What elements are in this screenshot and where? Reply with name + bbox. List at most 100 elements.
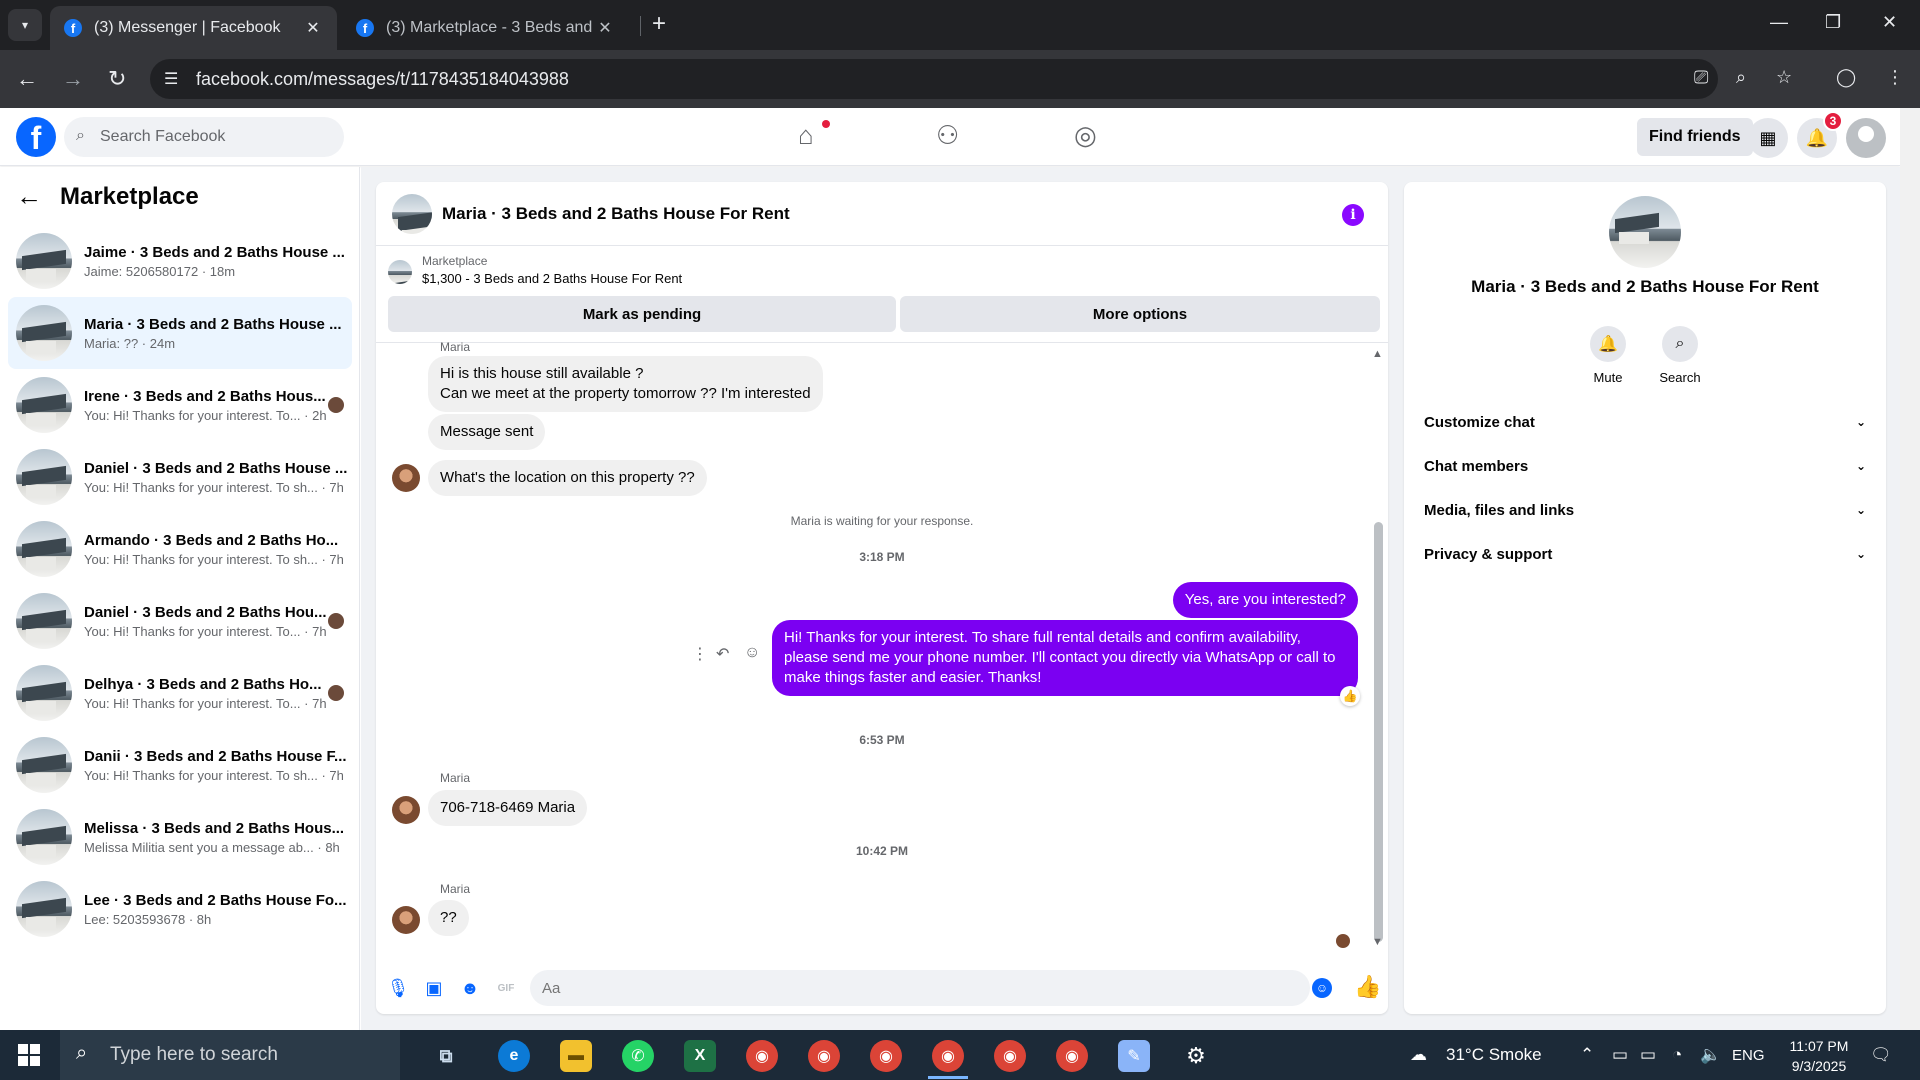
paint-icon[interactable]: ✎ (1118, 1040, 1150, 1072)
chrome-icon[interactable]: ◉ (870, 1040, 902, 1072)
mute-button[interactable]: 🔔 Mute (1572, 326, 1644, 385)
emoji-icon[interactable]: ☺ (1312, 978, 1332, 998)
info-icon[interactable]: i (1342, 204, 1364, 226)
volume-icon[interactable]: 🔈 (1700, 1045, 1721, 1065)
conversation-item[interactable]: Jaime · 3 Beds and 2 Baths House ... Jaim… (8, 225, 352, 297)
mark-as-pending-button[interactable]: Mark as pending (388, 296, 896, 332)
conversation-item[interactable]: Maria · 3 Beds and 2 Baths House ... Mari… (8, 297, 352, 369)
back-arrow-icon[interactable]: ← (16, 181, 42, 212)
message-bubble-incoming[interactable]: Hi is this house still available ? Can w… (428, 356, 823, 412)
close-tab-icon[interactable]: ✕ (595, 18, 615, 38)
tab-search-button[interactable]: ▾ (8, 9, 42, 41)
friends-icon[interactable]: ⚇ (936, 120, 959, 151)
reply-icon[interactable]: ↶ (716, 644, 729, 664)
chat-title[interactable]: Maria · 3 Beds and 2 Baths House For Ren… (442, 204, 790, 224)
scroll-up-arrow-icon[interactable]: ▲ (1372, 348, 1383, 360)
conversation-item[interactable]: Melissa · 3 Beds and 2 Baths Hous... Meli… (8, 801, 352, 873)
bookmark-star-icon[interactable]: ☆ (1776, 67, 1792, 88)
thumbs-up-icon[interactable]: 👍 (1354, 974, 1381, 1000)
message-bubble-incoming[interactable]: 706-718-6469 Maria (428, 790, 588, 826)
message-bubble-outgoing[interactable]: Hi! Thanks for your interest. To share f… (772, 620, 1358, 696)
new-tab-icon[interactable]: + (652, 10, 666, 38)
close-tab-icon[interactable]: ✕ (303, 18, 323, 38)
groups-icon[interactable]: ◎ (1074, 120, 1097, 151)
conversation-item[interactable]: Daniel · 3 Beds and 2 Baths Hou... You: H… (8, 585, 352, 657)
close-window-icon[interactable]: ✕ (1882, 12, 1897, 33)
taskbar-search[interactable]: ⌕ Type here to search (60, 1030, 400, 1080)
tab-marketplace[interactable]: f (3) Marketplace - 3 Beds and 2 ✕ (342, 6, 629, 50)
back-icon[interactable]: ← (16, 66, 38, 92)
gif-icon[interactable]: GIF (494, 976, 518, 1000)
reload-icon[interactable]: ↻ (108, 66, 126, 92)
conversation-item[interactable]: Daniel · 3 Beds and 2 Baths House ... You… (8, 441, 352, 513)
clock[interactable]: 11:07 PM 9/3/2025 (1774, 1036, 1864, 1076)
facebook-logo-icon[interactable]: f (16, 117, 56, 157)
page-scrollbar[interactable] (1900, 108, 1920, 1030)
address-bar[interactable]: ☰ facebook.com/messages/t/11784351840439… (150, 59, 1718, 99)
listing-avatar[interactable] (1609, 196, 1681, 268)
facebook-search-input[interactable]: ⌕ Search Facebook (64, 117, 344, 157)
more-options-button[interactable]: More options (900, 296, 1380, 332)
chrome-icon[interactable]: ◉ (1056, 1040, 1088, 1072)
weather-icon[interactable]: ☁ (1410, 1045, 1427, 1065)
language-indicator[interactable]: ENG (1732, 1047, 1765, 1064)
maria-avatar[interactable] (392, 906, 420, 934)
sticker-icon[interactable]: ☻ (458, 976, 482, 1000)
search-chat-button[interactable]: ⌕ Search (1644, 326, 1716, 385)
maria-avatar[interactable] (392, 464, 420, 492)
react-emoji-icon[interactable]: ☺ (744, 644, 760, 662)
profile-icon[interactable]: ◯ (1836, 67, 1856, 88)
restore-icon[interactable]: ❐ (1825, 12, 1841, 33)
chat-scrollbar[interactable] (1374, 522, 1383, 942)
privacy-support-section[interactable]: Privacy & support ⌄ (1412, 532, 1878, 576)
weather-text[interactable]: 31°C Smoke (1446, 1045, 1542, 1065)
site-info-icon[interactable]: ☰ (164, 69, 178, 89)
install-app-icon[interactable]: ⎚ (1694, 67, 1708, 88)
message-bubble-incoming[interactable]: ?? (428, 900, 469, 936)
more-actions-icon[interactable]: ⋮ (692, 644, 708, 664)
tab-messenger[interactable]: f (3) Messenger | Facebook ✕ (50, 6, 337, 50)
battery-icon[interactable]: ▭ (1640, 1045, 1656, 1065)
maria-avatar[interactable] (392, 796, 420, 824)
settings-gear-icon[interactable]: ⚙ (1180, 1040, 1212, 1072)
conversation-item[interactable]: Irene · 3 Beds and 2 Baths Hous... You: H… (8, 369, 352, 441)
microphone-icon[interactable]: 🎙 (386, 976, 410, 1000)
home-icon[interactable]: ⌂ (798, 120, 814, 151)
message-input[interactable] (530, 970, 1310, 1006)
scroll-down-arrow-icon[interactable]: ▼ (1372, 936, 1383, 948)
minimize-icon[interactable]: — (1770, 12, 1788, 33)
browser-menu-icon[interactable]: ⋮ (1886, 67, 1904, 88)
listing-banner[interactable]: Marketplace $1,300 - 3 Beds and 2 Baths … (388, 254, 682, 286)
meet-icon[interactable]: ▭ (1612, 1045, 1628, 1065)
chrome-icon[interactable]: ◉ (808, 1040, 840, 1072)
find-friends-button[interactable]: Find friends (1637, 118, 1753, 156)
conversation-item[interactable]: Lee · 3 Beds and 2 Baths House Fo... Lee:… (8, 873, 352, 945)
customize-chat-section[interactable]: Customize chat ⌄ (1412, 400, 1878, 444)
conversation-item[interactable]: Danii · 3 Beds and 2 Baths House F... You… (8, 729, 352, 801)
chrome-icon[interactable]: ◉ (932, 1040, 964, 1072)
edge-icon[interactable]: e (498, 1040, 530, 1072)
conversation-item[interactable]: Delhya · 3 Beds and 2 Baths Ho... You: Hi… (8, 657, 352, 729)
notification-center-icon[interactable]: 🗨 (1870, 1045, 1892, 1065)
chrome-icon[interactable]: ◉ (994, 1040, 1026, 1072)
file-explorer-icon[interactable]: ▬ (560, 1040, 592, 1072)
message-bubble-incoming[interactable]: Message sent (428, 414, 546, 450)
media-files-links-section[interactable]: Media, files and links ⌄ (1412, 488, 1878, 532)
chat-members-section[interactable]: Chat members ⌄ (1412, 444, 1878, 488)
like-reaction-icon[interactable]: 👍 (1340, 686, 1360, 706)
account-avatar[interactable] (1846, 118, 1886, 158)
excel-icon[interactable]: X (684, 1040, 716, 1072)
chrome-icon[interactable]: ◉ (746, 1040, 778, 1072)
zoom-icon[interactable]: ⌕ (1736, 67, 1746, 88)
forward-icon[interactable]: → (62, 66, 84, 92)
whatsapp-icon[interactable]: ✆ (622, 1040, 654, 1072)
windows-start-icon[interactable] (18, 1044, 40, 1066)
photo-icon[interactable]: ▣ (422, 976, 446, 1000)
listing-avatar[interactable] (392, 193, 432, 234)
menu-grid-icon[interactable]: ▦ (1748, 118, 1788, 158)
conversation-item[interactable]: Armando · 3 Beds and 2 Baths Ho... You: H… (8, 513, 352, 585)
wifi-icon[interactable]: ◔ (1672, 1045, 1682, 1065)
show-hidden-icons-icon[interactable]: ⌃ (1580, 1045, 1594, 1065)
message-bubble-incoming[interactable]: What's the location on this property ?? (428, 460, 707, 496)
message-bubble-outgoing[interactable]: Yes, are you interested? (1172, 582, 1358, 618)
